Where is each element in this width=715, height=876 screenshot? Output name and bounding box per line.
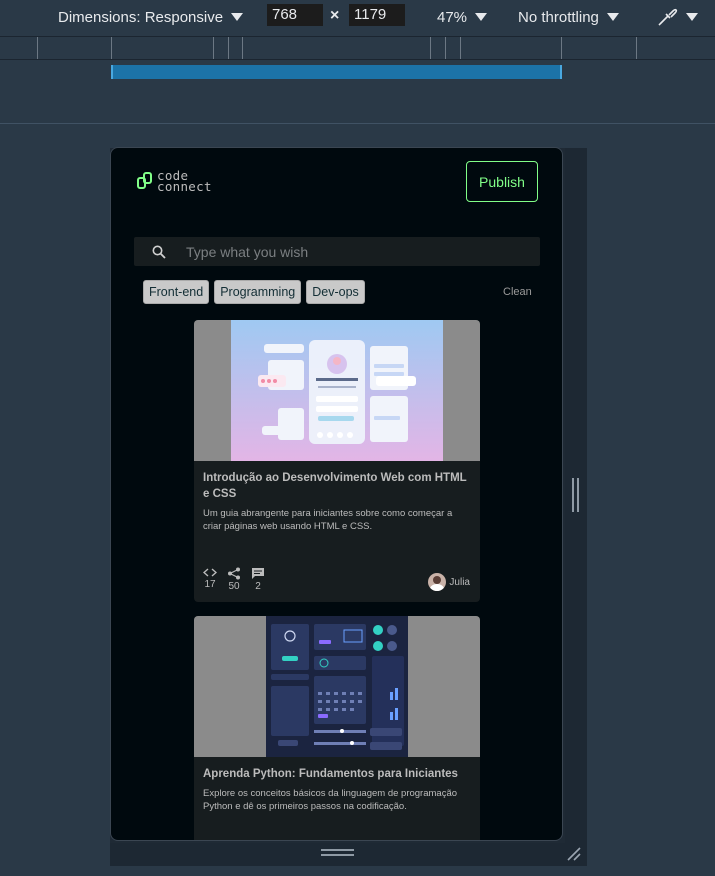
post-thumbnail [194,320,480,461]
logo-line2: connect [157,179,212,194]
post-title[interactable]: Introdução ao Desenvolvimento Web com HT… [203,470,471,502]
code-connect-logo[interactable]: code connect [137,169,212,194]
tag-dev-ops[interactable]: Dev-ops [306,280,365,304]
code-stat[interactable]: 17 [202,567,218,592]
height-input[interactable]: 1179 [349,4,405,26]
zoom-label: 47% [437,8,468,26]
post-description: Um guia abrangente para iniciantes sobre… [203,508,453,532]
post-description: Explore os conceitos básicos da linguage… [203,788,458,812]
width-input[interactable]: 768 [267,4,323,26]
chevron-down-icon [606,13,619,21]
code-count: 17 [204,579,216,590]
author-name: Julia [449,576,470,588]
chevron-down-icon [231,13,244,21]
throttling-label: No throttling [518,8,599,26]
share-icon [228,567,240,580]
post-card[interactable]: Aprenda Python: Fundamentos para Inician… [194,616,480,840]
comment-stat[interactable]: 2 [250,567,266,592]
resize-corner-icon[interactable] [566,846,582,865]
times-sign: × [330,7,340,24]
tag-programming[interactable]: Programming [214,280,302,304]
device-viewport: code connect Publish Front-end Programmi… [110,147,563,841]
throttling-dropdown[interactable]: No throttling [518,6,619,28]
share-stat[interactable]: 50 [226,567,242,592]
comment-icon [252,568,264,579]
search-input[interactable] [186,243,506,260]
dimensions-label: Dimensions: Responsive [58,8,224,26]
avatar [428,573,447,591]
more-options-button[interactable] [656,6,698,28]
chevron-down-icon [686,13,698,21]
search-bar[interactable] [134,237,540,266]
dimensions-dropdown[interactable]: Dimensions: Responsive [58,6,244,28]
comment-count: 2 [255,581,261,592]
logo-icon [137,171,153,191]
post-thumbnail [194,616,480,757]
share-count: 50 [228,581,240,592]
publish-button[interactable]: Publish [466,161,538,202]
chevron-down-icon [475,13,488,21]
devtools-toolbar: Dimensions: Responsive 768 × 1179 47% No… [0,0,715,34]
eyedropper-icon [658,8,678,26]
post-author[interactable]: Julia [428,573,470,591]
code-icon [203,568,217,577]
device-width-bar[interactable] [111,65,562,79]
tag-list: Front-end Programming Dev-ops [143,280,365,304]
divider [0,123,715,124]
post-stats: 17 50 2 [202,567,266,592]
search-icon [152,245,166,259]
grip-vertical-icon[interactable] [572,478,580,512]
post-title[interactable]: Aprenda Python: Fundamentos para Inician… [203,766,471,782]
grip-horizontal-icon[interactable] [321,849,354,859]
tag-front-end[interactable]: Front-end [143,280,210,304]
zoom-dropdown[interactable]: 47% [437,6,488,28]
media-query-ruler[interactable] [0,36,715,60]
clean-tags-link[interactable]: Clean [503,286,532,298]
post-card[interactable]: Introdução ao Desenvolvimento Web com HT… [194,320,480,602]
